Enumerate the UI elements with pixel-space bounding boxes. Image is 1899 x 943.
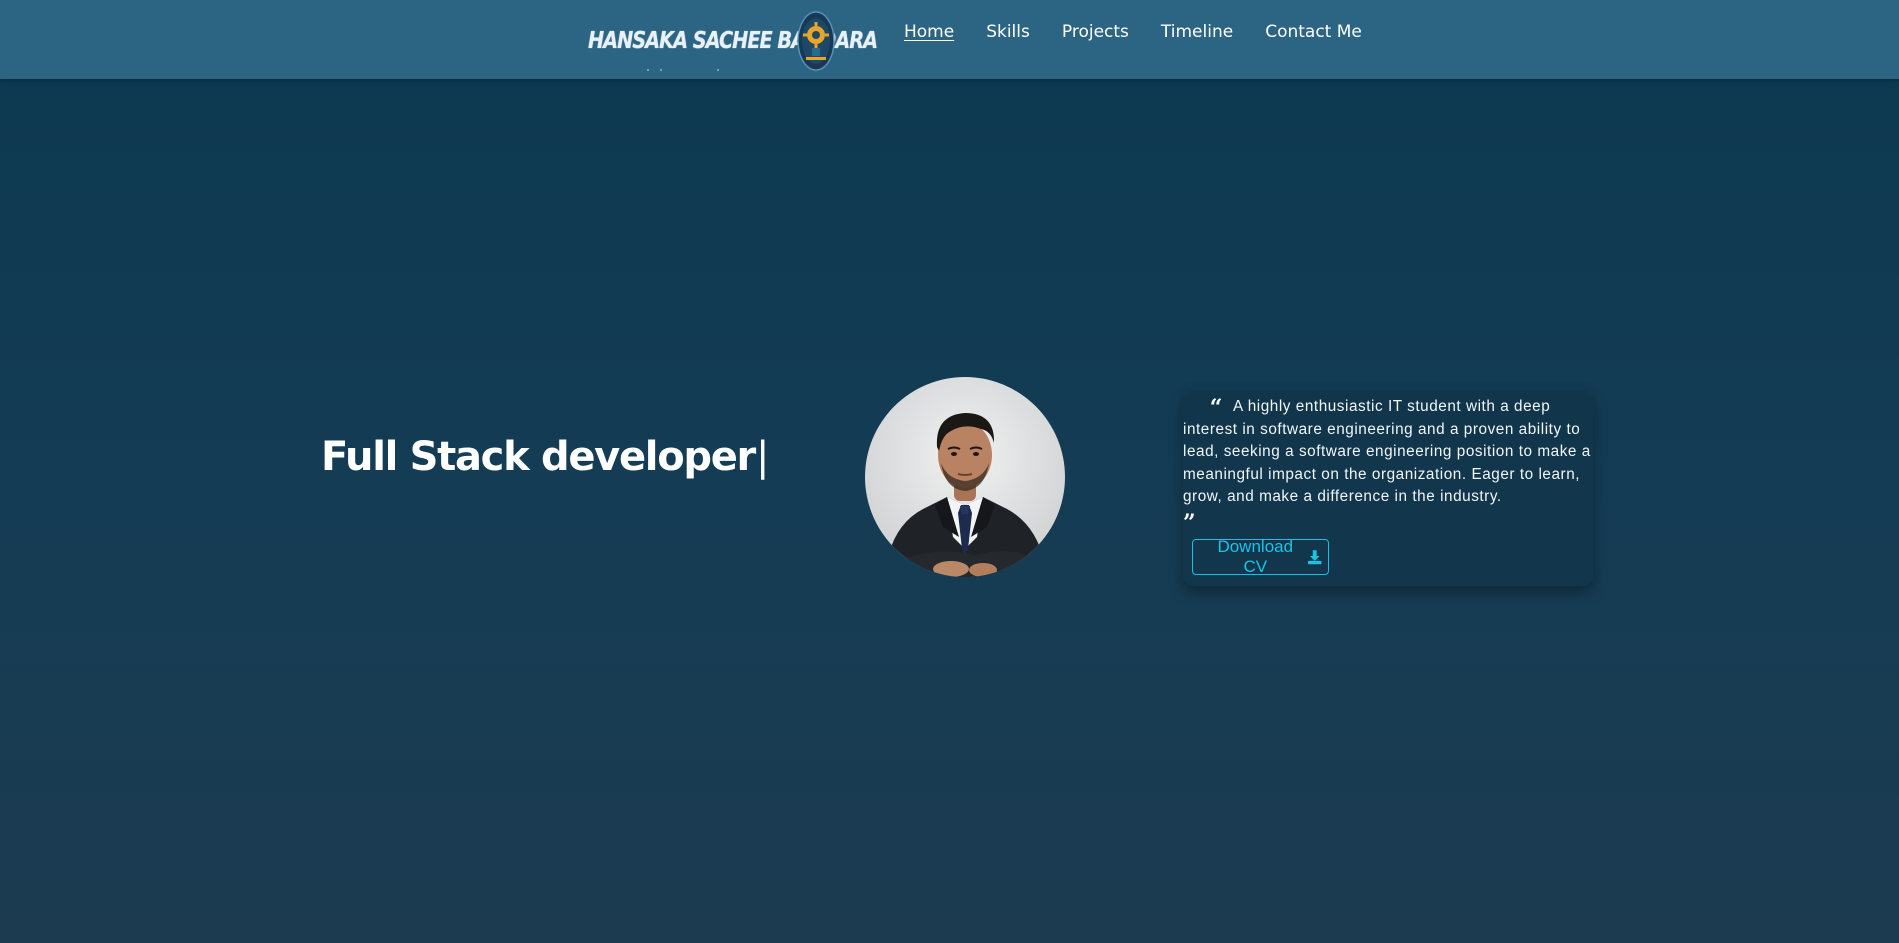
quote-open-icon: “: [1209, 395, 1223, 421]
main-nav: Home Skills Projects Timeline Contact Me: [904, 20, 1394, 44]
about-text: “A highly enthusiastic IT student with a…: [1183, 396, 1593, 509]
top-navbar: HANSAKA SACHEE BANDARA Home Skills Proje…: [0, 0, 1899, 79]
profile-photo-illustration: [885, 413, 1047, 577]
hero-headline: Full Stack developer|: [321, 431, 770, 483]
quote-close-icon: ”: [1183, 510, 1196, 536]
site-logo[interactable]: HANSAKA SACHEE BANDARA: [586, 8, 878, 74]
about-card: “A highly enthusiastic IT student with a…: [1183, 391, 1593, 586]
profile-photo: [865, 377, 1065, 577]
about-description: A highly enthusiastic IT student with a …: [1183, 398, 1591, 505]
headline-text: Full Stack developer: [321, 434, 756, 480]
download-cv-button[interactable]: Download CV: [1192, 537, 1329, 576]
nav-projects[interactable]: Projects: [1062, 20, 1129, 44]
gear-emblem-icon: [797, 11, 835, 71]
nav-skills[interactable]: Skills: [986, 20, 1030, 44]
download-cv-label: Download CV: [1217, 537, 1294, 576]
nav-contact-me[interactable]: Contact Me: [1265, 20, 1362, 44]
logo-dots: [647, 69, 719, 71]
nav-timeline[interactable]: Timeline: [1161, 20, 1233, 44]
typing-cursor: |: [755, 434, 770, 480]
download-icon: [1307, 550, 1322, 565]
nav-home[interactable]: Home: [904, 20, 954, 44]
